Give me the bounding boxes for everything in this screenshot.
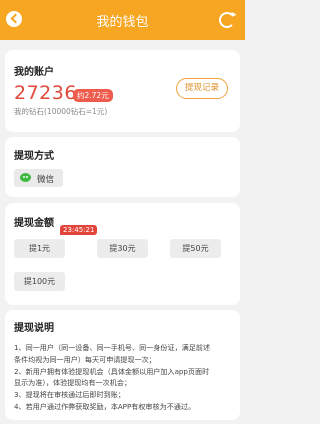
withdraw-record-button[interactable]: 提现记录 [176,78,228,99]
diamond-amount: 27236 [14,82,77,104]
header-bar: 我的钱包 [0,0,245,40]
account-card: 我的账户 27236 约2.72元 我的钻石(10000钻石=1元) 提现记录 [5,50,240,132]
notes-line: 2、新用户拥有体验提现机会（具体金额以用户加入app页面时 [14,366,210,376]
account-title: 我的账户 [14,67,54,78]
notes-line: 3、提现将在审核通过后即时到账； [14,390,125,400]
wechat-icon [20,173,31,182]
amount-card: 提现金额 23:45:21 提1元 提30元 提50元 提100元 [5,203,240,305]
notes-line: 显示为准），体验提现均有一次机会； [14,378,132,388]
withdraw-option-100[interactable]: 提100元 [14,272,65,291]
notes-card: 提现说明 1、同一用户（同一设备、同一手机号、同一身份证，满足前述 条件均视为同… [5,310,240,420]
page-title: 我的钱包 [96,15,149,30]
countdown-timer: 23:45:21 [60,225,98,235]
method-card: 提现方式 微信 [5,137,240,197]
notes-line: 条件均视为同一用户）每天可申请提现一次； [14,354,156,364]
withdraw-option-50[interactable]: 提50元 [170,239,221,258]
notes-text: 1、同一用户（同一设备、同一手机号、同一身份证，满足前述 条件均视为同一用户）每… [14,342,229,413]
withdraw-option-1[interactable]: 提1元 [14,239,65,258]
wechat-label: 微信 [37,175,55,185]
rmb-badge: 约2.72元 [73,89,113,102]
notes-line: 1、同一用户（同一设备、同一手机号、同一身份证，满足前述 [14,343,211,352]
method-title: 提现方式 [14,151,54,162]
refresh-icon[interactable] [219,12,235,28]
notes-line: 4、若用户通过作弊获取奖励，本APP有权审核为不通过。 [14,401,196,411]
amount-title: 提现金额 [14,218,54,229]
diamond-rate-text: 我的钻石(10000钻石=1元) [14,107,108,116]
notes-title: 提现说明 [14,323,54,334]
withdraw-option-30[interactable]: 提30元 [97,239,148,258]
wechat-option[interactable]: 微信 [14,169,63,187]
